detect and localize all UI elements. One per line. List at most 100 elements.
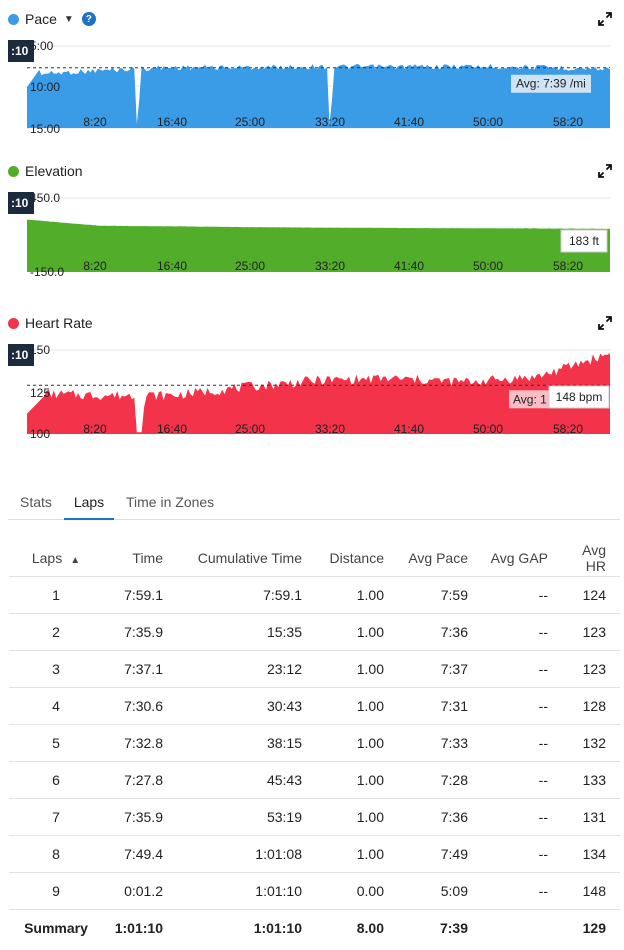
x-tick-label: 58:20 — [553, 115, 583, 129]
col-header-avg-pace[interactable]: Avg Pace — [398, 540, 482, 577]
cell: 128 — [562, 687, 620, 725]
x-tick-label: 50:00 — [473, 422, 503, 436]
cell: 38:15 — [177, 724, 316, 762]
cell: 1.00 — [316, 724, 398, 762]
cell: 23:12 — [177, 650, 316, 688]
cell: 15:35 — [177, 613, 316, 651]
tab-laps[interactable]: Laps — [64, 486, 114, 520]
col-header-time[interactable]: Time — [103, 540, 177, 577]
col-header-cumulative-time[interactable]: Cumulative Time — [177, 540, 316, 577]
cell: 1.00 — [316, 761, 398, 799]
expand-icon[interactable] — [598, 164, 612, 178]
table-row[interactable]: 4 7:30.6 30:43 1.00 7:31 -- 128 — [9, 687, 620, 725]
elevation-value-label: 183 ft — [569, 234, 600, 248]
cell: 7:49 — [398, 835, 482, 873]
heart-rate-chart-header: Heart Rate — [8, 315, 93, 331]
cell: 1.00 — [316, 687, 398, 725]
tab-time-in-zones[interactable]: Time in Zones — [126, 486, 214, 518]
sort-asc-icon[interactable]: ▲ — [70, 555, 80, 566]
cell: -- — [482, 613, 562, 651]
cell: 1:01:10 — [177, 872, 316, 910]
cell: 134 — [562, 835, 620, 873]
cell: 53:19 — [177, 798, 316, 836]
cell: 133 — [562, 761, 620, 799]
x-tick-label: 33:20 — [315, 422, 345, 436]
cell: 5 — [9, 724, 103, 762]
table-row[interactable]: 3 7:37.1 23:12 1.00 7:37 -- 123 — [9, 650, 620, 688]
cell: 7:37.1 — [103, 650, 177, 688]
table-row[interactable]: 6 7:27.8 45:43 1.00 7:28 -- 133 — [9, 761, 620, 799]
heart-rate-chart[interactable]: Avg: 1 148 bpm150125100 8:20 16:40 25:00 33:2… — [0, 342, 624, 472]
cell: 9 — [9, 872, 103, 910]
cell: 30:43 — [177, 687, 316, 725]
cell: 129 — [562, 909, 620, 946]
x-tick-label: 8:20 — [83, 422, 107, 436]
tab-bar: Stats Laps Time in Zones — [8, 486, 620, 520]
cell: 2 — [9, 613, 103, 651]
expand-icon[interactable] — [598, 12, 612, 26]
col-header-avg-gap[interactable]: Avg GAP — [482, 540, 562, 577]
cell — [482, 909, 562, 946]
col-header-label: Laps — [31, 550, 63, 566]
cell: 1.00 — [316, 835, 398, 873]
cell: Summary — [9, 909, 103, 946]
cell: 7:33 — [398, 724, 482, 762]
table-row[interactable]: 2 7:35.9 15:35 1.00 7:36 -- 123 — [9, 613, 620, 651]
x-tick-label: 33:20 — [315, 115, 345, 129]
cell: 7 — [9, 798, 103, 836]
col-header-distance[interactable]: Distance — [316, 540, 398, 577]
x-tick-label: 8:20 — [83, 115, 107, 129]
cell: 148 — [562, 872, 620, 910]
expand-icon[interactable] — [598, 316, 612, 330]
cell: 0.00 — [316, 872, 398, 910]
laps-table: Laps ▲ Time Cumulative Time Distance Avg … — [9, 540, 620, 946]
x-tick-label: 33:20 — [315, 259, 345, 273]
pace-chart-header[interactable]: Pace ▼ ? — [8, 11, 96, 27]
cell: -- — [482, 798, 562, 836]
cell: 7:37 — [398, 650, 482, 688]
table-row[interactable]: 7 7:35.9 53:19 1.00 7:36 -- 131 — [9, 798, 620, 836]
time-badge-label: :10 — [11, 196, 29, 210]
table-row[interactable]: 1 7:59.1 7:59.1 1.00 7:59 -- 124 — [9, 576, 620, 614]
cell: 1.00 — [316, 798, 398, 836]
pace-panel: Pace ▼ ? Avg: 7:39 /mi 5:00 10:00 15:00 8:20… — [0, 0, 624, 150]
caret-down-icon[interactable]: ▼ — [64, 14, 74, 25]
cell: -- — [482, 687, 562, 725]
avg-label: Avg: 7:39 /mi — [516, 77, 586, 91]
col-header-avg-hr[interactable]: Avg HR — [562, 540, 620, 577]
elevation-chart[interactable]: 183 ft 450.0 -150.0 8:20 16:40 25:00 33:20 41:4… — [0, 190, 624, 320]
cell: 7:59.1 — [177, 576, 316, 614]
y-tick-label: -150.0 — [30, 265, 64, 279]
col-header-laps[interactable]: Laps ▲ — [9, 540, 103, 577]
y-tick-label: 10:00 — [30, 80, 60, 94]
table-header-row: Laps ▲ Time Cumulative Time Distance Avg … — [9, 540, 620, 577]
x-tick-label: 58:20 — [553, 422, 583, 436]
pace-title: Pace — [25, 11, 57, 27]
heart-rate-title: Heart Rate — [25, 315, 93, 331]
y-tick-label: 125 — [30, 386, 50, 400]
x-tick-label: 8:20 — [83, 259, 107, 273]
cell: 7:28 — [398, 761, 482, 799]
y-tick-label: 450.0 — [30, 191, 60, 205]
cell: 45:43 — [177, 761, 316, 799]
heart-rate-panel: Heart Rate Avg: 1 148 bpm 150 125 100 8:20 16:… — [0, 304, 624, 444]
tab-stats[interactable]: Stats — [20, 486, 52, 518]
elevation-chart-header: Elevation — [8, 163, 83, 179]
cell: 7:59 — [398, 576, 482, 614]
table-row[interactable]: 8 7:49.4 1:01:08 1.00 7:49 -- 134 — [9, 835, 620, 873]
pace-chart[interactable]: Avg: 7:39 /mi5:0010:0015:00 8:20 16:40 25:0… — [0, 38, 624, 136]
x-tick-label: 16:40 — [157, 422, 187, 436]
heart-rate-dot-icon — [8, 317, 19, 329]
cell: -- — [482, 835, 562, 873]
cell: -- — [482, 872, 562, 910]
cell: 1.00 — [316, 576, 398, 614]
table-row[interactable]: 5 7:32.8 38:15 1.00 7:33 -- 132 — [9, 724, 620, 762]
x-tick-label: 50:00 — [473, 115, 503, 129]
table-row[interactable]: 9 0:01.2 1:01:10 0.00 5:09 -- 148 — [9, 872, 620, 910]
x-tick-label: 25:00 — [235, 422, 265, 436]
cell: -- — [482, 724, 562, 762]
help-icon[interactable]: ? — [81, 12, 96, 26]
cell: 3 — [9, 650, 103, 688]
cell: 1.00 — [316, 613, 398, 651]
time-badge-label: :10 — [11, 348, 29, 362]
